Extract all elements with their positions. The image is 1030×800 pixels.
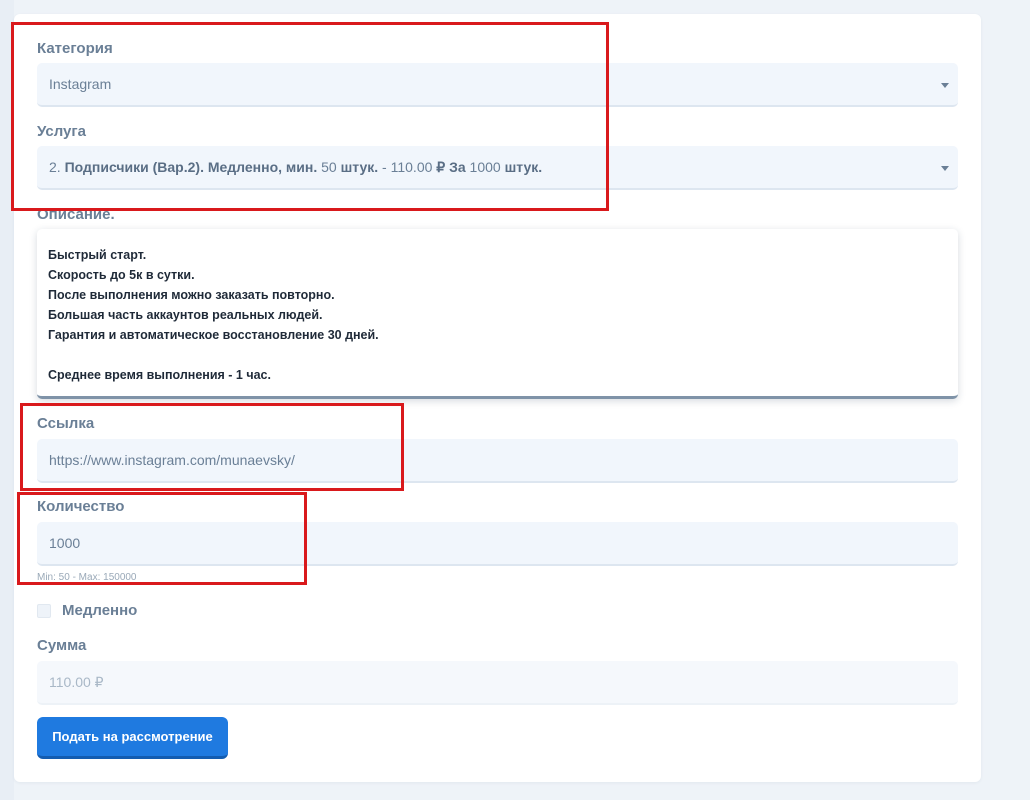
submit-button[interactable]: Подать на рассмотрение	[37, 717, 228, 759]
quantity-label: Количество	[37, 498, 125, 515]
description-line: Среднее время выполнения - 1 час.	[48, 368, 271, 382]
quantity-value: 1000	[49, 535, 81, 551]
description-line: Большая часть аккаунтов реальных людей.	[48, 308, 323, 322]
category-label: Категория	[37, 40, 113, 57]
slow-checkbox-label[interactable]: Медленно	[62, 602, 137, 619]
description-line	[48, 345, 947, 365]
link-input[interactable]: https://www.instagram.com/munaevsky/	[37, 439, 958, 483]
service-name: Подписчики (Вар.2). Медленно, мин.	[64, 158, 318, 175]
page-left-strip	[0, 0, 14, 800]
description-line: Гарантия и автоматическое восстановление…	[48, 328, 379, 342]
description-label: Описание.	[37, 206, 115, 223]
description-box: Быстрый старт. Скорость до 5к в сутки. П…	[37, 229, 958, 399]
service-per-unit: штук.	[504, 158, 543, 175]
link-value: https://www.instagram.com/munaevsky/	[49, 452, 295, 468]
service-per-quantity: 1000	[469, 158, 501, 175]
link-label: Ссылка	[37, 415, 95, 432]
sum-label: Сумма	[37, 637, 87, 654]
service-min-value: 50	[321, 158, 337, 175]
quantity-input[interactable]: 1000	[37, 522, 958, 566]
slow-checkbox[interactable]	[37, 604, 51, 618]
service-min-unit: штук.	[340, 158, 379, 175]
service-price: 110.00	[390, 158, 433, 175]
quantity-hint: Min: 50 - Max: 150000	[37, 572, 137, 583]
description-line: Скорость до 5к в сутки.	[48, 268, 195, 282]
service-value: 2. Подписчики (Вар.2). Медленно, мин. 50…	[49, 159, 542, 176]
description-line: После выполнения можно заказать повторно…	[48, 288, 335, 302]
sum-field: 110.00 ₽	[37, 661, 958, 705]
category-select[interactable]: Instagram	[37, 63, 958, 107]
service-dash: -	[382, 158, 387, 175]
category-value: Instagram	[49, 76, 112, 92]
service-select[interactable]: 2. Подписчики (Вар.2). Медленно, мин. 50…	[37, 146, 958, 190]
sum-value: 110.00 ₽	[49, 673, 104, 690]
service-per-label: ₽ За	[436, 158, 466, 175]
service-label: Услуга	[37, 123, 86, 140]
description-line: Быстрый старт.	[48, 248, 147, 262]
service-number: 2.	[49, 158, 61, 175]
